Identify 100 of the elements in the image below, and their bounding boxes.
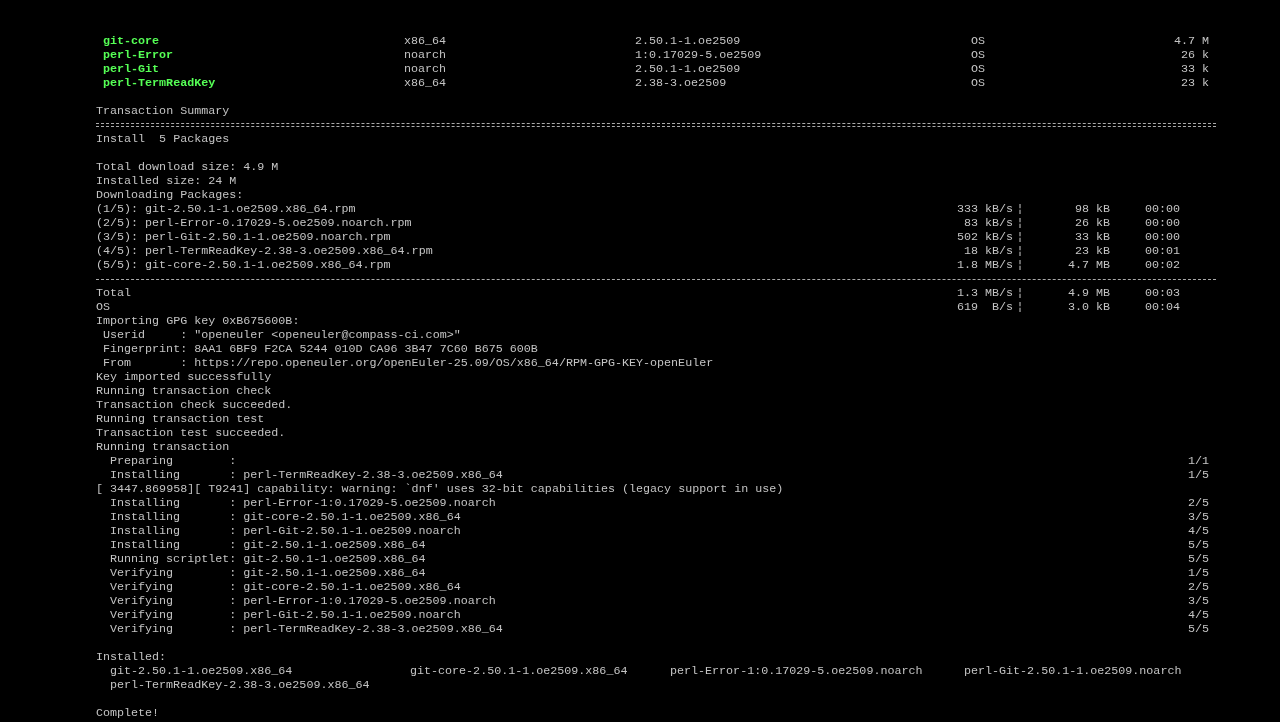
- package-arch: x86_64: [404, 34, 448, 48]
- download-speed: 1.8 MB/s: [955, 258, 1013, 272]
- step-counter: 3/5: [1187, 594, 1209, 608]
- package-repo: OS: [971, 34, 987, 48]
- field-label: Userid :: [103, 328, 188, 342]
- download-size: 4.9 MB: [1066, 286, 1110, 300]
- step-action: Installing :: [110, 510, 237, 524]
- download-label: OS: [96, 300, 112, 314]
- download-label: (2/5): perl-Error-0.17029-5.oe2509.noarch.rpm: [96, 216, 413, 230]
- download-size: 33 kB: [1073, 230, 1110, 244]
- terminal-line: Installed:: [96, 650, 167, 664]
- step-package: perl-TermReadKey-2.38-3.oe2509.x86_64: [243, 468, 504, 482]
- step-package: git-2.50.1-1.oe2509.x86_64: [243, 566, 427, 580]
- step-package: perl-TermReadKey-2.38-3.oe2509.x86_64: [243, 622, 504, 636]
- package-size: 4.7 M: [1173, 34, 1209, 48]
- download-time: 00:01: [1144, 244, 1182, 258]
- installed-package: git-core-2.50.1-1.oe2509.x86_64: [410, 664, 629, 678]
- step-counter: 4/5: [1187, 524, 1209, 538]
- column-separator: ¦: [1015, 244, 1025, 258]
- download-label: (5/5): git-core-2.50.1-1.oe2509.x86_64.rpm: [96, 258, 392, 272]
- package-arch: noarch: [404, 62, 448, 76]
- step-package: git-core-2.50.1-1.oe2509.x86_64: [243, 580, 462, 594]
- package-arch: x86_64: [404, 76, 448, 90]
- package-version: 2.50.1-1.oe2509: [635, 62, 742, 76]
- download-size: 23 kB: [1073, 244, 1110, 258]
- terminal-line: Transaction Summary: [96, 104, 230, 118]
- step-package: git-2.50.1-1.oe2509.x86_64: [243, 552, 427, 566]
- installed-package: perl-TermReadKey-2.38-3.oe2509.x86_64: [110, 678, 371, 692]
- step-counter: 1/1: [1187, 454, 1209, 468]
- download-time: 00:03: [1144, 286, 1182, 300]
- step-action: Running scriptlet:: [110, 552, 237, 566]
- field-label: From :: [103, 356, 188, 370]
- package-repo: OS: [971, 76, 987, 90]
- download-size: 26 kB: [1073, 216, 1110, 230]
- package-name: git-core: [103, 34, 161, 48]
- step-counter: 3/5: [1187, 510, 1209, 524]
- step-action: Installing :: [110, 538, 237, 552]
- step-action: Preparing :: [110, 454, 237, 468]
- package-arch: noarch: [404, 48, 448, 62]
- step-action: Verifying :: [110, 622, 237, 636]
- field-label: Fingerprint:: [103, 342, 188, 356]
- step-counter: 5/5: [1187, 552, 1209, 566]
- field-value: https://repo.openeuler.org/openEuler-25.09/OS/x86_64/RPM-GPG-KEY-openEuler: [194, 356, 714, 370]
- step-action: Installing :: [110, 496, 237, 510]
- step-package: perl-Error-1:0.17029-5.oe2509.noarch: [243, 594, 497, 608]
- download-label: (3/5): perl-Git-2.50.1-1.oe2509.noarch.rpm: [96, 230, 392, 244]
- download-speed: 1.3 MB/s: [955, 286, 1013, 300]
- step-counter: 2/5: [1187, 580, 1209, 594]
- terminal-line: Install 5 Packages: [96, 132, 230, 146]
- field-value: "openeuler <openeuler@compass-ci.com>": [194, 328, 461, 342]
- terminal-line: Complete!: [96, 706, 160, 720]
- column-separator: ¦: [1015, 300, 1025, 314]
- step-action: Verifying :: [110, 566, 237, 580]
- column-separator: ¦: [1015, 202, 1025, 216]
- terminal-line: Importing GPG key 0xB675600B:: [96, 314, 300, 328]
- terminal-line: Transaction test succeeded.: [96, 426, 286, 440]
- package-size: 26 k: [1180, 48, 1209, 62]
- download-time: 00:00: [1144, 230, 1182, 244]
- step-counter: 5/5: [1187, 538, 1209, 552]
- download-speed: 502 kB/s: [955, 230, 1013, 244]
- column-separator: ¦: [1015, 230, 1025, 244]
- step-action: Installing :: [110, 524, 237, 538]
- step-counter: 5/5: [1187, 622, 1209, 636]
- terminal-line: Running transaction test: [96, 412, 265, 426]
- step-action: Verifying :: [110, 580, 237, 594]
- download-speed: 619 B/s: [955, 300, 1013, 314]
- package-repo: OS: [971, 48, 987, 62]
- package-size: 23 k: [1180, 76, 1209, 90]
- download-label: (1/5): git-2.50.1-1.oe2509.x86_64.rpm: [96, 202, 357, 216]
- installed-package: perl-Git-2.50.1-1.oe2509.noarch: [964, 664, 1183, 678]
- terminal-line: [ 3447.869958][ T9241] capability: warning: `dnf' uses 32-bit capabilities (legacy support in use): [96, 482, 784, 496]
- download-time: 00:02: [1144, 258, 1182, 272]
- step-action: Verifying :: [110, 594, 237, 608]
- step-action: Installing :: [110, 468, 237, 482]
- column-separator: ¦: [1015, 216, 1025, 230]
- field-value: 8AA1 6BF9 F2CA 5244 010D CA96 3B47 7C60 B675 600B: [194, 342, 538, 356]
- package-version: 2.38-3.oe2509: [635, 76, 728, 90]
- column-separator: ¦: [1015, 286, 1025, 300]
- download-label: Total: [96, 286, 133, 300]
- step-package: git-core-2.50.1-1.oe2509.x86_64: [243, 510, 462, 524]
- step-counter: 4/5: [1187, 608, 1209, 622]
- column-separator: ¦: [1015, 258, 1025, 272]
- download-speed: 333 kB/s: [955, 202, 1013, 216]
- step-package: perl-Error-1:0.17029-5.oe2509.noarch: [243, 496, 497, 510]
- download-label: (4/5): perl-TermReadKey-2.38-3.oe2509.x86_64.rpm: [96, 244, 434, 258]
- download-time: 00:00: [1144, 216, 1182, 230]
- download-speed: 18 kB/s: [962, 244, 1013, 258]
- package-name: perl-Error: [103, 48, 175, 62]
- package-repo: OS: [971, 62, 987, 76]
- terminal-line: Running transaction: [96, 440, 230, 454]
- step-package: perl-Git-2.50.1-1.oe2509.noarch: [243, 524, 462, 538]
- package-size: 33 k: [1180, 62, 1209, 76]
- step-package: git-2.50.1-1.oe2509.x86_64: [243, 538, 427, 552]
- step-counter: 2/5: [1187, 496, 1209, 510]
- package-version: 1:0.17029-5.oe2509: [635, 48, 763, 62]
- installed-package: git-2.50.1-1.oe2509.x86_64: [110, 664, 294, 678]
- package-name: perl-Git: [103, 62, 161, 76]
- terminal-line: Total download size: 4.9 M: [96, 160, 279, 174]
- download-speed: 83 kB/s: [962, 216, 1013, 230]
- step-counter: 1/5: [1187, 566, 1209, 580]
